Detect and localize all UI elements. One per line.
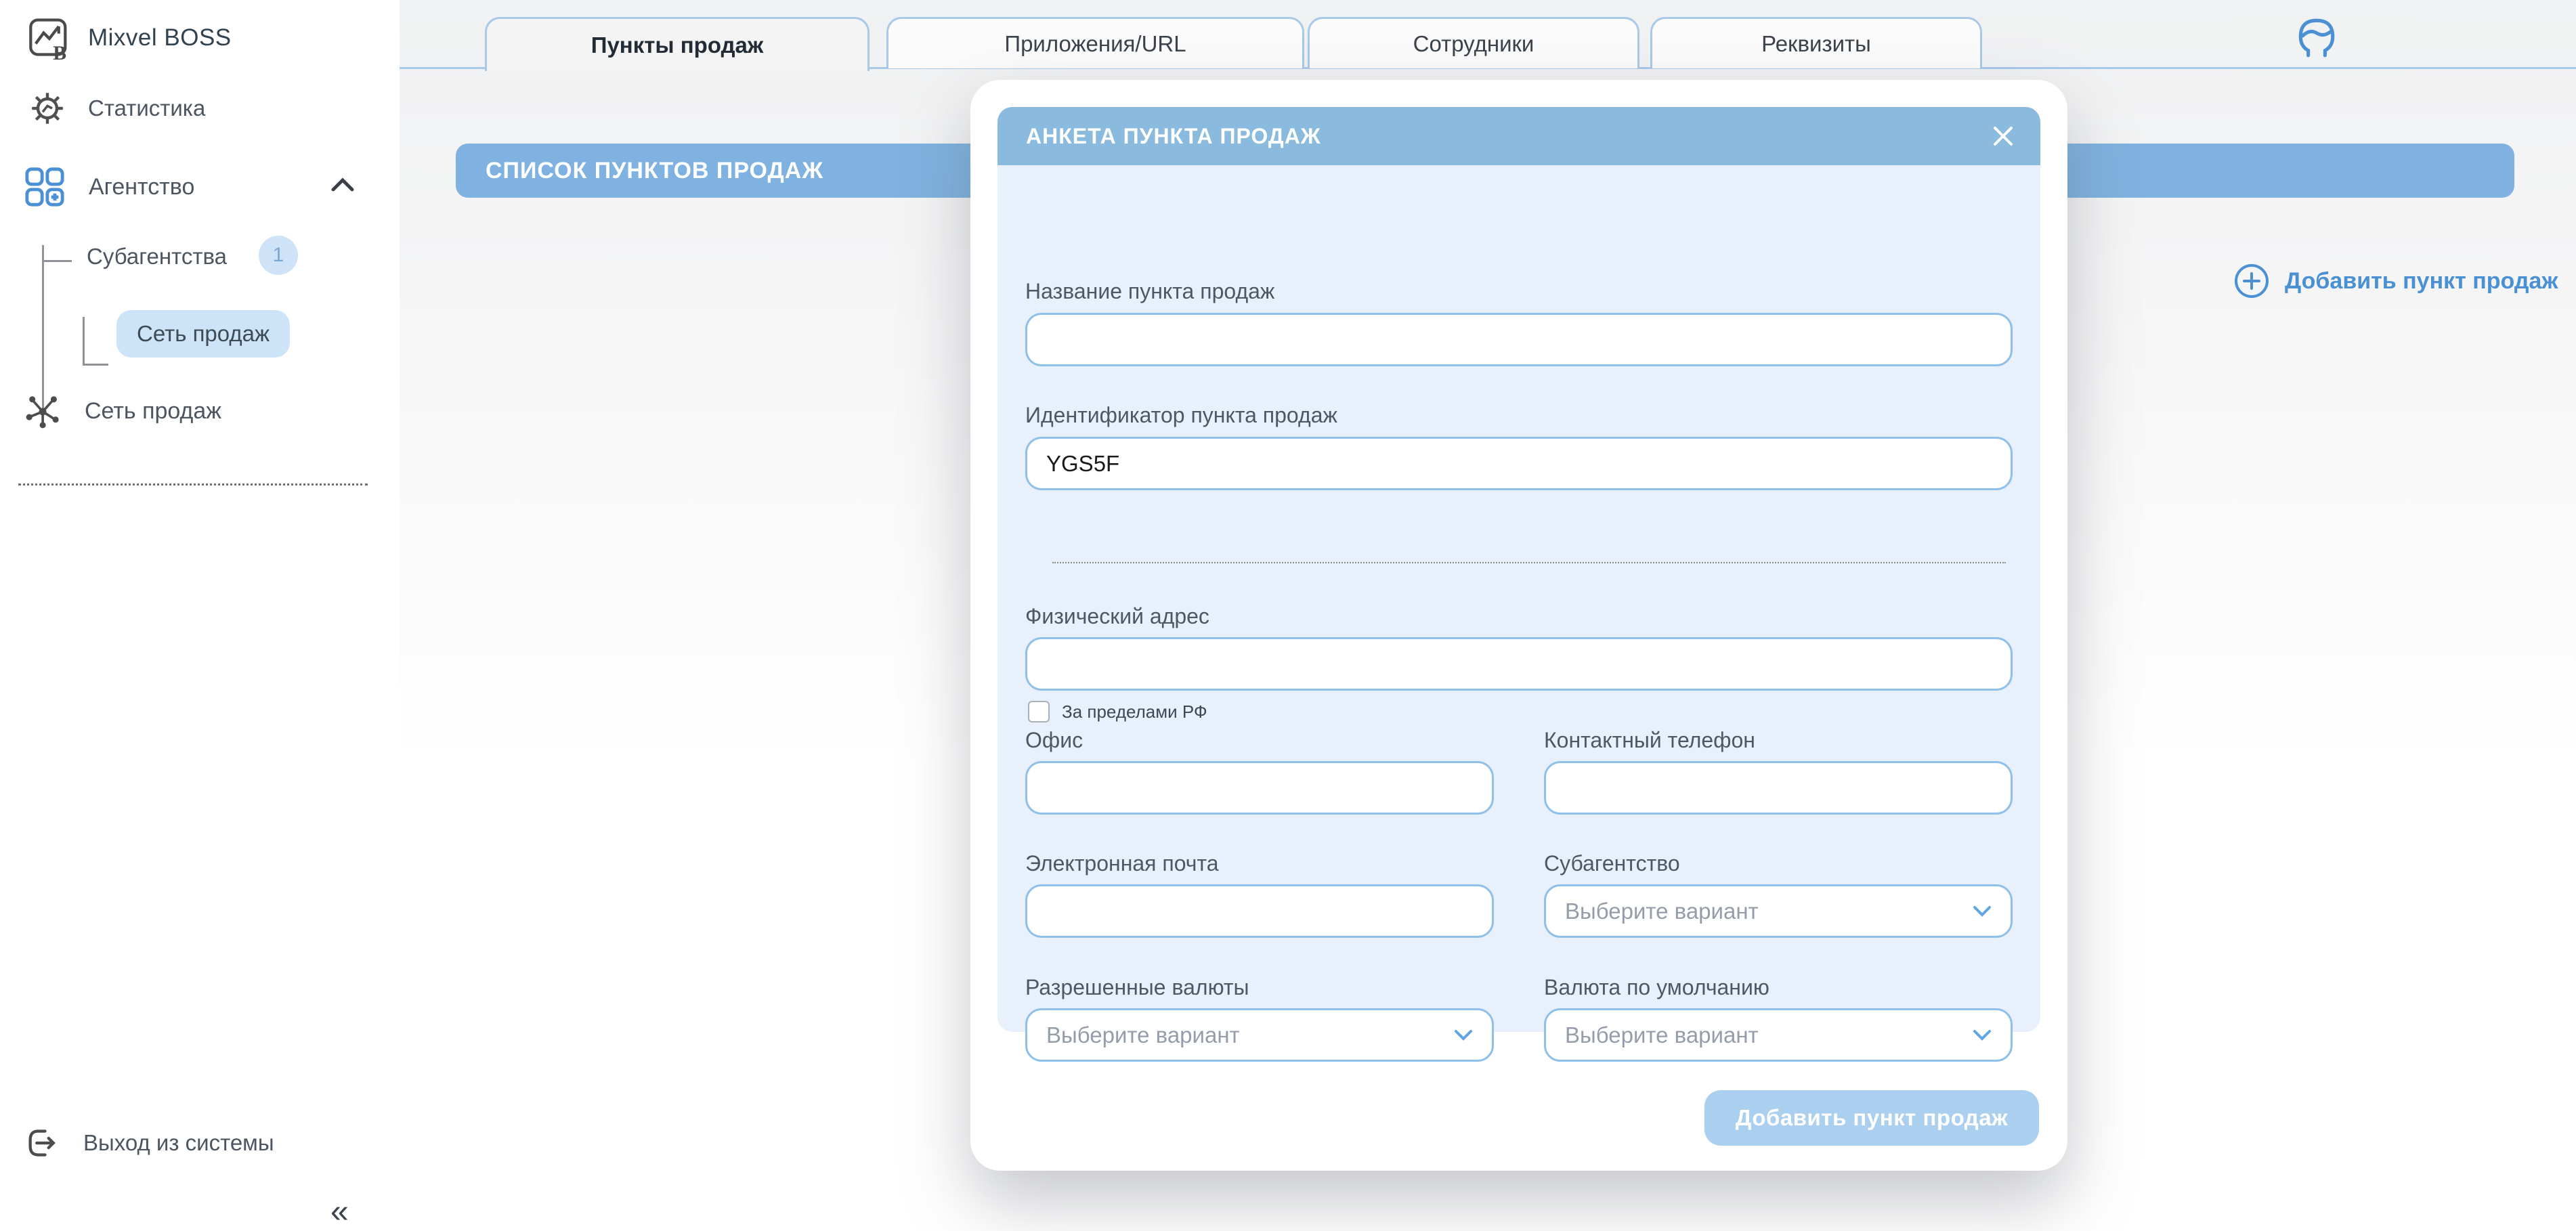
- tree-connector: [42, 245, 44, 413]
- sidebar-item-statistics[interactable]: Статистика: [28, 89, 205, 127]
- sidebar-item-subagencies[interactable]: Субагентства: [87, 244, 227, 269]
- office-field-label: Офис: [1025, 728, 1083, 753]
- list-header-text: СПИСОК ПУНКТОВ ПРОДАЖ: [486, 158, 823, 184]
- add-sales-point-label: Добавить пункт продаж: [2285, 268, 2558, 295]
- modal-title: АНКЕТА ПУНКТА ПРОДАЖ: [1026, 124, 1992, 149]
- subagency-field-label: Субагентство: [1544, 851, 1680, 876]
- email-field[interactable]: [1025, 884, 1494, 938]
- plus-circle-icon: [2233, 263, 2270, 299]
- subagencies-count-badge: 1: [259, 236, 298, 275]
- form-section-divider: [1052, 562, 2006, 563]
- network-icon: [24, 391, 63, 431]
- sidebar-item-sales-network[interactable]: Сеть продаж: [24, 391, 221, 431]
- sidebar-divider: [18, 483, 368, 485]
- sidebar-item-label: Сеть продаж: [85, 398, 221, 425]
- subagency-select[interactable]: Выберите вариант: [1544, 884, 2013, 938]
- user-profile-icon[interactable]: [2294, 15, 2339, 60]
- phone-field-label: Контактный телефон: [1544, 728, 1755, 753]
- sidebar-item-label: Выход из системы: [83, 1130, 274, 1156]
- identifier-field-label: Идентификатор пункта продаж: [1025, 403, 1337, 428]
- modal-header: АНКЕТА ПУНКТА ПРОДАЖ: [997, 107, 2040, 165]
- app-title: Mixvel BOSS: [88, 24, 232, 51]
- currencies-select[interactable]: Выберите вариант: [1025, 1008, 1494, 1062]
- tab-sales-points[interactable]: Пункты продаж: [485, 17, 870, 71]
- logout-icon: [24, 1124, 62, 1162]
- sidebar-collapse-button[interactable]: «: [330, 1196, 349, 1228]
- gear-icon: [28, 89, 66, 127]
- logout-button[interactable]: Выход из системы: [24, 1124, 274, 1162]
- tab-requisites[interactable]: Реквизиты: [1650, 17, 1982, 68]
- chevron-up-icon[interactable]: [330, 177, 355, 192]
- submit-sales-point-button[interactable]: Добавить пункт продаж: [1704, 1090, 2039, 1146]
- tree-connector: [83, 317, 85, 366]
- sidebar: B Mixvel BOSS Статистика: [0, 0, 400, 1231]
- chevron-down-icon: [1973, 905, 1992, 917]
- tree-connector: [83, 364, 108, 366]
- office-field[interactable]: [1025, 761, 1494, 815]
- agency-grid-icon: [24, 166, 66, 208]
- outside-rf-checkbox-row[interactable]: За пределами РФ: [1028, 701, 1207, 722]
- subagency-placeholder: Выберите вариант: [1565, 899, 1973, 924]
- default-currency-placeholder: Выберите вариант: [1565, 1022, 1973, 1048]
- name-field-label: Название пункта продаж: [1025, 279, 1274, 304]
- email-field-label: Электронная почта: [1025, 851, 1219, 876]
- mixvel-logo-icon: B: [27, 15, 73, 61]
- sidebar-item-agency[interactable]: Агентство: [24, 166, 194, 208]
- close-icon[interactable]: [1992, 125, 2015, 148]
- modal-body: Название пункта продаж Идентификатор пун…: [997, 165, 2040, 1032]
- outside-rf-checkbox[interactable]: [1028, 701, 1050, 722]
- sidebar-item-label: Агентство: [89, 174, 194, 200]
- address-field[interactable]: [1025, 637, 2013, 691]
- outside-rf-label: За пределами РФ: [1062, 701, 1207, 722]
- default-currency-field-label: Валюта по умолчанию: [1544, 975, 1769, 1000]
- app-logo: B Mixvel BOSS: [27, 15, 232, 61]
- chevron-down-icon: [1454, 1029, 1473, 1041]
- phone-field[interactable]: [1544, 761, 2013, 815]
- identifier-field[interactable]: [1025, 437, 2013, 490]
- tree-connector: [42, 260, 72, 262]
- default-currency-select[interactable]: Выберите вариант: [1544, 1008, 2013, 1062]
- chevron-down-icon: [1973, 1029, 1992, 1041]
- currencies-field-label: Разрешенные валюты: [1025, 975, 1249, 1000]
- address-field-label: Физический адрес: [1025, 604, 1209, 629]
- app-root: B Mixvel BOSS Статистика: [0, 0, 2576, 1231]
- sidebar-item-label: Статистика: [88, 95, 205, 121]
- sidebar-item-label: Субагентства: [87, 244, 227, 269]
- sidebar-item-sales-network-child[interactable]: Сеть продаж: [116, 310, 290, 358]
- svg-text:B: B: [53, 42, 66, 61]
- currencies-placeholder: Выберите вариант: [1046, 1022, 1454, 1048]
- add-sales-point-link[interactable]: Добавить пункт продаж: [2218, 263, 2558, 299]
- sales-point-form-modal: АНКЕТА ПУНКТА ПРОДАЖ Название пункта про…: [970, 80, 2067, 1171]
- tab-apps-url[interactable]: Приложения/URL: [886, 17, 1304, 68]
- name-field[interactable]: [1025, 313, 2013, 366]
- tab-employees[interactable]: Сотрудники: [1308, 17, 1639, 68]
